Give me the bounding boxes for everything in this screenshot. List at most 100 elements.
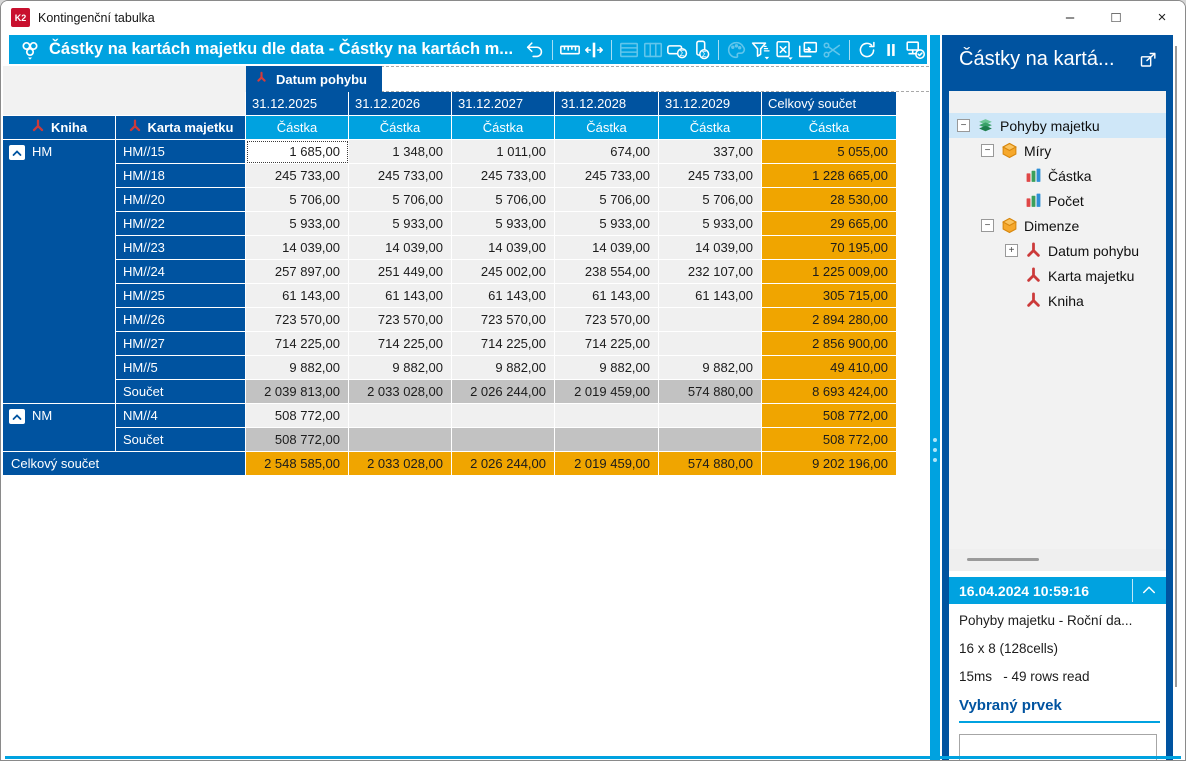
pivot-value-cell[interactable]: 723 570,00 xyxy=(452,308,555,332)
maximize-button[interactable]: □ xyxy=(1093,1,1139,34)
pivot-total-cell[interactable]: 2 856 900,00 xyxy=(762,332,897,356)
tree-item-datum-pohybu[interactable]: + Datum pohybu xyxy=(949,238,1166,263)
pivot-total-cell[interactable]: 5 055,00 xyxy=(762,140,897,164)
tree-item--stka[interactable]: Částka xyxy=(949,163,1166,188)
pivot-total-cell[interactable]: 508 772,00 xyxy=(762,404,897,428)
pivot-subtotal-cell[interactable]: 2 039 813,00 xyxy=(246,380,349,404)
tree-item-dimenze[interactable]: − Dimenze xyxy=(949,213,1166,238)
chevron-up-icon[interactable] xyxy=(1139,582,1159,600)
pivot-row-header[interactable]: NM//4 xyxy=(116,404,246,428)
pivot-value-cell[interactable]: 245 733,00 xyxy=(349,164,452,188)
pivot-value-cell[interactable]: 508 772,00 xyxy=(246,404,349,428)
collapse-group-icon[interactable] xyxy=(9,145,25,160)
pivot-menu-icon[interactable] xyxy=(15,37,45,63)
pivot-value-cell[interactable]: 245 733,00 xyxy=(659,164,762,188)
pivot-measure-header[interactable]: Částka xyxy=(246,116,349,140)
pivot-measure-header[interactable]: Částka xyxy=(349,116,452,140)
minimize-button[interactable]: – xyxy=(1047,1,1093,34)
panel-splitter[interactable] xyxy=(930,35,940,760)
pivot-value-cell[interactable]: 257 897,00 xyxy=(246,260,349,284)
excel-export-button[interactable] xyxy=(772,37,796,63)
pivot-value-cell[interactable]: 674,00 xyxy=(555,140,659,164)
pivot-value-cell[interactable]: 245 002,00 xyxy=(452,260,555,284)
pivot-row-header[interactable]: HM//25 xyxy=(116,284,246,308)
pivot-row-header[interactable]: HM//20 xyxy=(116,188,246,212)
pivot-column-header[interactable]: 31.12.2029 xyxy=(659,92,762,116)
pivot-value-cell[interactable]: 9 882,00 xyxy=(349,356,452,380)
column-width-button[interactable] xyxy=(582,37,606,63)
pivot-row-header[interactable]: Součet xyxy=(116,428,246,452)
pivot-value-cell[interactable]: 5 706,00 xyxy=(349,188,452,212)
pivot-value-cell[interactable]: 723 570,00 xyxy=(246,308,349,332)
pivot-row-header[interactable]: HM//22 xyxy=(116,212,246,236)
tree-horizontal-scrollbar[interactable] xyxy=(949,549,1166,571)
pivot-measure-header[interactable]: Částka xyxy=(452,116,555,140)
pivot-row-header[interactable]: Součet xyxy=(116,380,246,404)
pivot-value-cell[interactable]: 9 882,00 xyxy=(452,356,555,380)
pivot-value-cell[interactable]: 723 570,00 xyxy=(349,308,452,332)
pivot-row-header[interactable]: HM//27 xyxy=(116,332,246,356)
pivot-total-cell[interactable]: 1 228 665,00 xyxy=(762,164,897,188)
pivot-value-cell[interactable]: 232 107,00 xyxy=(659,260,762,284)
pivot-value-cell[interactable]: 5 706,00 xyxy=(452,188,555,212)
pivot-value-cell[interactable]: 9 882,00 xyxy=(555,356,659,380)
row-totals-button[interactable]: Σ xyxy=(665,37,689,63)
pivot-measure-header[interactable]: Částka xyxy=(555,116,659,140)
pivot-value-cell[interactable]: 14 039,00 xyxy=(555,236,659,260)
send-to-window-button[interactable] xyxy=(796,37,820,63)
pivot-value-cell[interactable]: 9 882,00 xyxy=(246,356,349,380)
refresh-button[interactable] xyxy=(855,37,879,63)
pivot-value-cell[interactable]: 14 039,00 xyxy=(349,236,452,260)
pivot-value-cell[interactable]: 1 011,00 xyxy=(452,140,555,164)
pivot-value-cell[interactable]: 5 933,00 xyxy=(555,212,659,236)
pivot-value-cell[interactable]: 61 143,00 xyxy=(555,284,659,308)
pivot-row-dimension-header[interactable]: Kniha xyxy=(3,116,116,140)
scrollbar-thumb[interactable] xyxy=(967,558,1039,561)
pivot-row-header[interactable]: HM//15 xyxy=(116,140,246,164)
sidebar-scrollbar-track[interactable] xyxy=(1175,46,1177,687)
pivot-grand-total-cell[interactable]: 574 880,00 xyxy=(659,452,762,476)
column-dimension-chip[interactable]: Datum pohybu xyxy=(246,66,382,92)
pivot-column-header[interactable]: Celkový součet xyxy=(762,92,897,116)
pivot-subtotal-cell[interactable] xyxy=(659,428,762,452)
pivot-grand-total-cell[interactable]: 2 033 028,00 xyxy=(349,452,452,476)
pivot-value-cell[interactable]: 337,00 xyxy=(659,140,762,164)
data-settings-button[interactable] xyxy=(903,37,927,63)
pivot-row-header[interactable]: HM//24 xyxy=(116,260,246,284)
pivot-value-cell[interactable]: 238 554,00 xyxy=(555,260,659,284)
pivot-value-cell[interactable]: 9 882,00 xyxy=(659,356,762,380)
pivot-subtotal-cell[interactable]: 2 026 244,00 xyxy=(452,380,555,404)
collapse-group-icon[interactable] xyxy=(9,409,25,424)
pivot-total-cell[interactable]: 49 410,00 xyxy=(762,356,897,380)
pivot-value-cell[interactable] xyxy=(659,308,762,332)
pivot-grand-total-cell[interactable]: 2 019 459,00 xyxy=(555,452,659,476)
pivot-value-cell[interactable]: 251 449,00 xyxy=(349,260,452,284)
pivot-subtotal-cell[interactable]: 574 880,00 xyxy=(659,380,762,404)
close-button[interactable]: × xyxy=(1139,1,1185,34)
pivot-total-cell[interactable]: 70 195,00 xyxy=(762,236,897,260)
pivot-group-cell[interactable]: NM xyxy=(3,404,116,452)
pivot-value-cell[interactable]: 5 933,00 xyxy=(659,212,762,236)
pivot-value-cell[interactable]: 61 143,00 xyxy=(659,284,762,308)
open-in-window-icon[interactable] xyxy=(1139,51,1159,71)
pivot-value-cell[interactable] xyxy=(452,404,555,428)
pivot-value-cell[interactable]: 1 685,00 xyxy=(246,140,349,164)
pivot-total-cell[interactable]: 508 772,00 xyxy=(762,428,897,452)
pivot-value-cell[interactable]: 5 933,00 xyxy=(246,212,349,236)
pivot-row-header[interactable]: HM//5 xyxy=(116,356,246,380)
pivot-value-cell[interactable]: 1 348,00 xyxy=(349,140,452,164)
pivot-value-cell[interactable] xyxy=(659,332,762,356)
collapse-icon[interactable]: − xyxy=(981,219,994,232)
pivot-value-cell[interactable]: 245 733,00 xyxy=(246,164,349,188)
pivot-value-cell[interactable]: 5 933,00 xyxy=(349,212,452,236)
pivot-total-cell[interactable]: 305 715,00 xyxy=(762,284,897,308)
pivot-row-header[interactable]: HM//23 xyxy=(116,236,246,260)
pivot-value-cell[interactable]: 5 706,00 xyxy=(555,188,659,212)
pivot-value-cell[interactable]: 723 570,00 xyxy=(555,308,659,332)
pivot-value-cell[interactable]: 61 143,00 xyxy=(349,284,452,308)
pivot-total-cell[interactable]: 8 693 424,00 xyxy=(762,380,897,404)
pause-button[interactable] xyxy=(879,37,903,63)
pivot-value-cell[interactable]: 61 143,00 xyxy=(246,284,349,308)
pivot-grand-total-cell[interactable]: 2 548 585,00 xyxy=(246,452,349,476)
pivot-group-cell[interactable]: HM xyxy=(3,140,116,404)
